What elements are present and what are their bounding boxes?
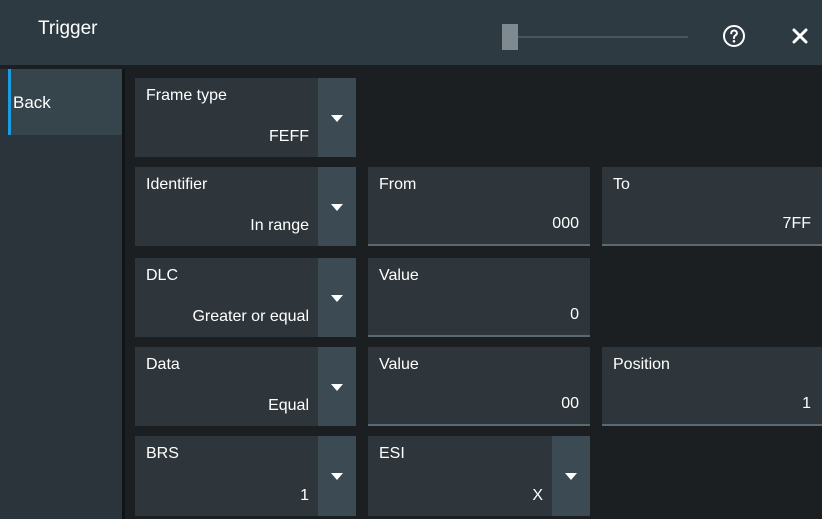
brs-value: 1	[300, 487, 309, 504]
triangle-down-icon	[565, 473, 577, 480]
close-icon[interactable]	[790, 26, 810, 46]
brs-dropdown-button[interactable]	[318, 436, 356, 516]
transparency-slider-handle[interactable]	[502, 24, 518, 50]
data-position-value: 1	[802, 395, 811, 412]
frame-type-select[interactable]: Frame type FEFF	[135, 78, 356, 157]
brs-select[interactable]: BRS 1	[135, 436, 356, 516]
dlc-select[interactable]: DLC Greater or equal	[135, 258, 356, 337]
identifier-to-field[interactable]: To 7FF	[602, 167, 822, 246]
identifier-from-field[interactable]: From 000	[368, 167, 590, 246]
data-label: Data	[146, 356, 180, 373]
identifier-value: In range	[250, 217, 309, 234]
data-position-label: Position	[613, 356, 670, 373]
data-position-field[interactable]: Position 1	[602, 347, 822, 426]
triangle-down-icon	[331, 473, 343, 480]
identifier-dropdown-button[interactable]	[318, 167, 356, 246]
data-value-field[interactable]: Value 00	[368, 347, 590, 426]
esi-dropdown-button[interactable]	[552, 436, 590, 516]
panel-divider	[122, 69, 125, 519]
identifier-from-value: 000	[552, 215, 579, 232]
data-value-value: 00	[561, 395, 579, 412]
triangle-down-icon	[331, 294, 343, 302]
dlc-value-field[interactable]: Value 0	[368, 258, 590, 337]
back-button[interactable]: Back	[8, 69, 122, 135]
triangle-down-icon	[331, 203, 343, 211]
data-value: Equal	[268, 397, 309, 414]
frame-type-value: FEFF	[269, 128, 309, 145]
esi-value: X	[532, 487, 543, 504]
sidebar	[0, 69, 122, 519]
frame-type-label: Frame type	[146, 87, 227, 104]
data-dropdown-button[interactable]	[318, 347, 356, 426]
identifier-to-value: 7FF	[782, 215, 811, 232]
dialog-title: Trigger	[38, 18, 98, 39]
identifier-from-label: From	[379, 176, 417, 193]
identifier-to-label: To	[613, 176, 630, 193]
identifier-select[interactable]: Identifier In range	[135, 167, 356, 246]
data-select[interactable]: Data Equal	[135, 347, 356, 426]
data-value-label: Value	[379, 356, 419, 373]
triangle-down-icon	[331, 383, 343, 391]
dlc-dropdown-button[interactable]	[318, 258, 356, 337]
triangle-down-icon	[331, 114, 343, 122]
esi-label: ESI	[379, 445, 405, 462]
dlc-value: Greater or equal	[192, 308, 309, 325]
frame-type-dropdown-button[interactable]	[318, 78, 356, 157]
brs-label: BRS	[146, 445, 179, 462]
back-button-label: Back	[13, 93, 51, 112]
dlc-value-label: Value	[379, 267, 419, 284]
dlc-value-value: 0	[570, 306, 579, 323]
identifier-label: Identifier	[146, 176, 208, 193]
dlc-label: DLC	[146, 267, 179, 284]
help-icon[interactable]	[722, 24, 746, 48]
title-bar: Trigger	[0, 0, 822, 65]
esi-select[interactable]: ESI X	[368, 436, 590, 516]
transparency-slider-track[interactable]	[512, 36, 688, 38]
